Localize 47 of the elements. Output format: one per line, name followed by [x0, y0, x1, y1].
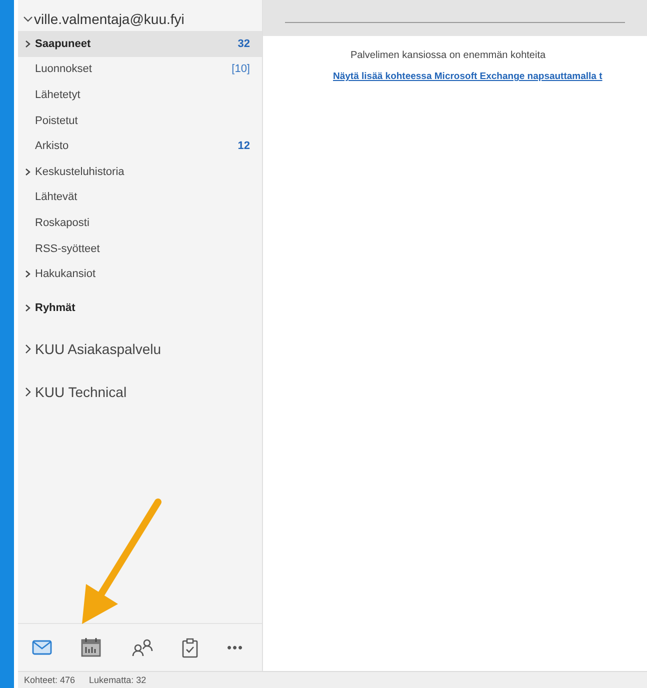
- notice-text: Palvelimen kansiossa on enemmän kohteita: [349, 49, 547, 61]
- account-header[interactable]: ville.valmentaja@kuu.fyi: [18, 0, 262, 31]
- groups-item[interactable]: Ryhmät: [18, 294, 262, 321]
- folder-name: Luonnokset: [35, 63, 93, 76]
- chevron-icon: [25, 344, 31, 354]
- account-header[interactable]: KUU Technical: [18, 384, 262, 400]
- envelope-icon: [32, 640, 52, 655]
- folder-item[interactable]: Hakukansiot: [18, 261, 262, 287]
- folder-item[interactable]: Roskaposti: [18, 210, 262, 236]
- folder-name: RSS-syötteet: [35, 242, 101, 255]
- account-name: ville.valmentaja@kuu.fyi: [34, 11, 184, 27]
- folder-name: Hakukansiot: [35, 268, 97, 280]
- folder-item[interactable]: Lähtevät: [18, 184, 262, 210]
- folder-item[interactable]: Lähetetyt: [18, 82, 262, 108]
- folder-name: Roskaposti: [35, 216, 90, 229]
- folder-item[interactable]: Keskusteluhistoria: [18, 158, 262, 185]
- unread-count: 32: [238, 38, 250, 50]
- folder-name: Lähetetyt: [35, 88, 82, 101]
- chevron-icon: [25, 40, 31, 48]
- folder-name: Keskusteluhistoria: [35, 166, 126, 178]
- account-name: KUU Technical: [35, 384, 127, 400]
- folder-name: Lähtevät: [35, 191, 78, 204]
- people-icon: [130, 638, 154, 656]
- folder-name: Arkisto: [35, 140, 70, 152]
- folder-name: Ryhmät: [35, 302, 76, 314]
- folder-item[interactable]: Arkisto 12: [18, 133, 262, 159]
- status-text: Kohteet: 476: [24, 675, 76, 685]
- folder-name: Saapuneet: [35, 38, 92, 50]
- chevron-icon: [25, 386, 31, 397]
- more-button[interactable]: •••: [222, 636, 248, 659]
- chevron-icon: [25, 304, 31, 312]
- calendar-icon: [80, 638, 101, 657]
- unread-count: 12: [238, 140, 250, 152]
- folder-item[interactable]: RSS-syötteet: [18, 236, 262, 262]
- folder-item[interactable]: Poistetut: [18, 108, 262, 134]
- unread-count: [10]: [232, 63, 250, 76]
- clipboard-check-icon: [182, 638, 198, 658]
- chevron-icon: [25, 270, 31, 278]
- folder-item[interactable]: Saapuneet 32: [18, 31, 262, 57]
- account-name: KUU Asiakaspalvelu: [35, 340, 162, 357]
- folder-item[interactable]: Luonnokset [10]: [18, 56, 262, 82]
- exchange-link[interactable]: Näytä lisää kohteessa Microsoft Exchange napsauttamalla t: [333, 71, 647, 82]
- chevron-icon: [25, 168, 31, 176]
- chevron-icon: [23, 16, 33, 22]
- folder-name: Poistetut: [35, 114, 79, 127]
- account-header[interactable]: KUU Asiakaspalvelu: [18, 340, 262, 357]
- status-text: Lukematta: 32: [89, 675, 146, 685]
